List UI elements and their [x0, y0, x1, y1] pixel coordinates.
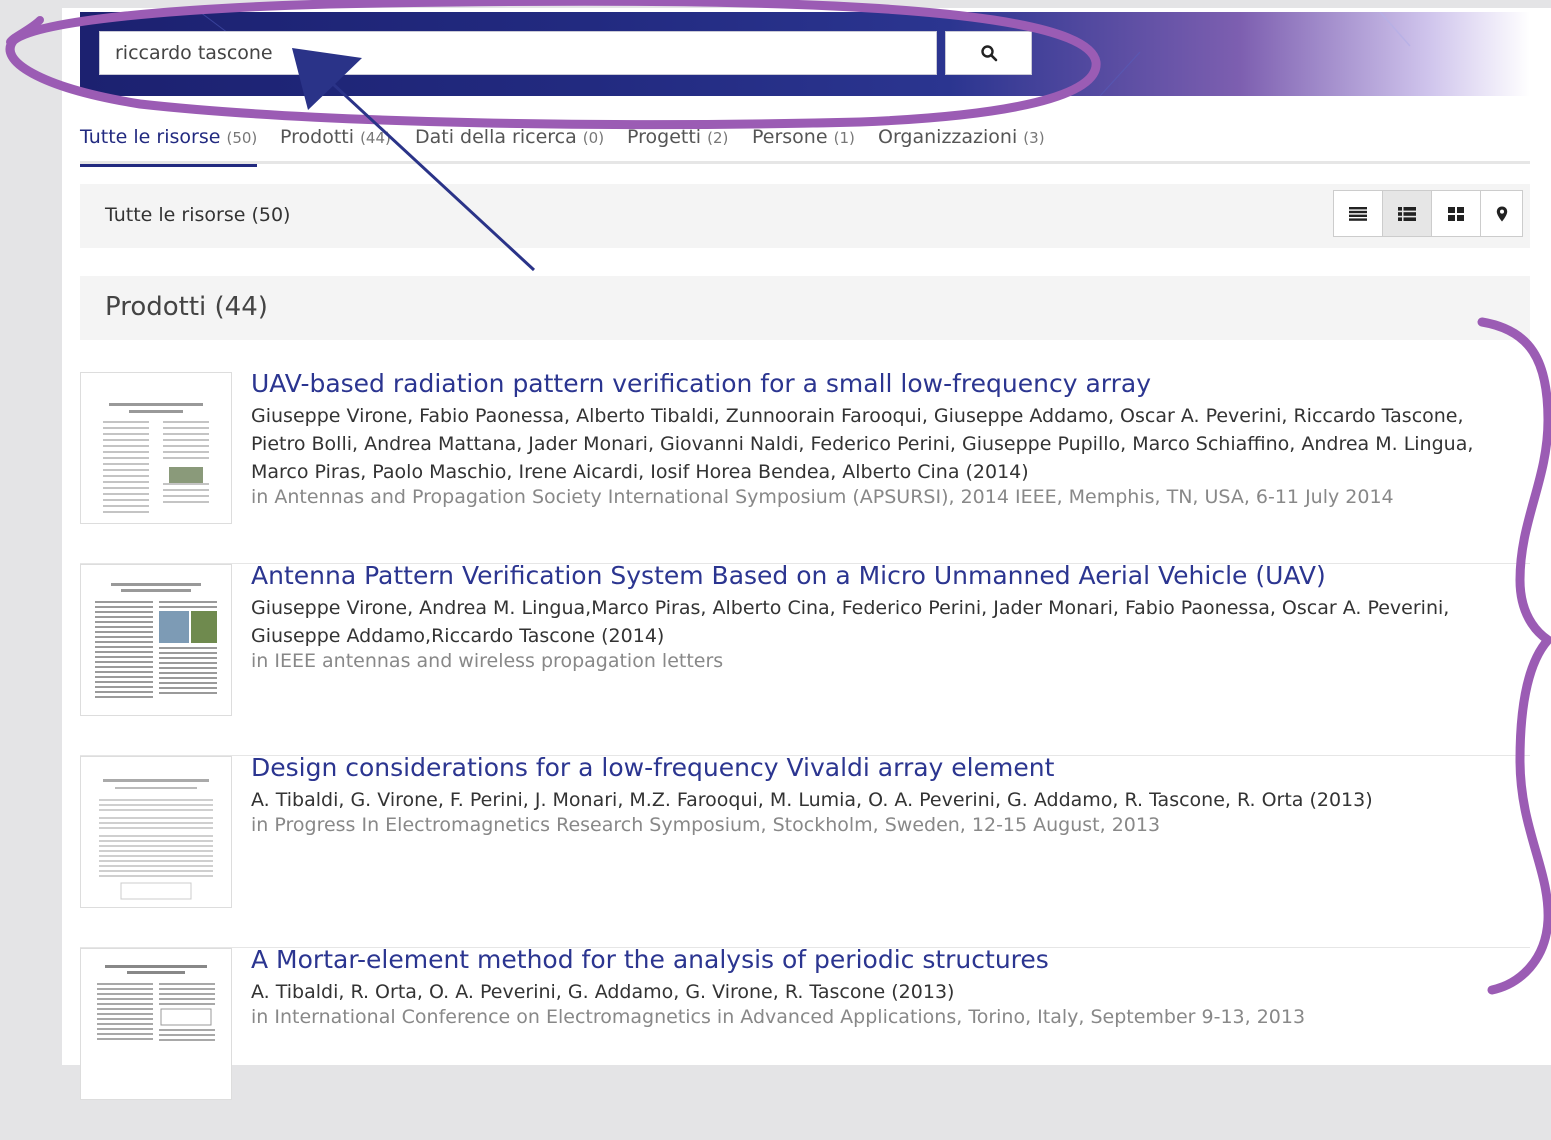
- list-view-icon: [1349, 206, 1367, 221]
- tab-count: (1): [833, 129, 855, 147]
- filter-bar: Tutte le risorse (50): [80, 184, 1530, 248]
- result-item: UAV-based radiation pattern verification…: [80, 369, 1530, 564]
- result-venue: in IEEE antennas and wireless propagatio…: [251, 650, 724, 672]
- search-input[interactable]: [99, 31, 937, 75]
- tab-people[interactable]: Persone (1): [752, 118, 855, 164]
- result-thumbnail[interactable]: [80, 564, 232, 716]
- tab-label: Tutte le risorse: [80, 126, 221, 148]
- grid-view-button[interactable]: [1432, 191, 1481, 236]
- result-venue: in International Conference on Electroma…: [251, 1006, 1306, 1028]
- list-view-button[interactable]: [1334, 191, 1383, 236]
- tab-label: Prodotti: [280, 126, 355, 148]
- tab-products[interactable]: Prodotti (44): [280, 118, 391, 164]
- result-authors: A. Tibaldi, G. Virone, F. Perini, J. Mon…: [251, 789, 1373, 811]
- tab-count: (44): [360, 129, 391, 147]
- result-venue: in Antennas and Propagation Society Inte…: [251, 486, 1394, 508]
- result-item: Antenna Pattern Verification System Base…: [80, 561, 1530, 756]
- result-item: Design considerations for a low-frequenc…: [80, 753, 1530, 948]
- detailed-list-view-icon: [1398, 206, 1416, 221]
- section-header: Prodotti (44): [80, 276, 1530, 340]
- result-thumbnail[interactable]: [80, 756, 232, 908]
- result-title-link[interactable]: UAV-based radiation pattern verification…: [251, 369, 1151, 398]
- tab-all-resources[interactable]: Tutte le risorse (50): [80, 118, 258, 167]
- tab-organizations[interactable]: Organizzazioni (3): [878, 118, 1045, 164]
- search-button[interactable]: [945, 31, 1032, 75]
- tab-count: (3): [1023, 129, 1045, 147]
- document-thumbnail: [95, 583, 217, 698]
- tab-label: Organizzazioni: [878, 126, 1018, 148]
- grid-view-icon: [1448, 206, 1464, 221]
- tab-count: (2): [707, 129, 729, 147]
- search-icon: [980, 45, 997, 62]
- result-thumbnail[interactable]: [80, 372, 232, 524]
- view-mode-toggle: [1333, 190, 1523, 237]
- result-authors: A. Tibaldi, R. Orta, O. A. Peverini, G. …: [251, 981, 955, 1003]
- result-venue: in Progress In Electromagnetics Research…: [251, 814, 1161, 836]
- result-authors: Giuseppe Virone, Andrea M. Lingua,Marco …: [251, 597, 1450, 647]
- map-view-button[interactable]: [1481, 191, 1522, 236]
- tab-projects[interactable]: Progetti (2): [627, 118, 728, 164]
- document-thumbnail: [97, 965, 215, 1041]
- annotation-ellipse-tail: [6, 16, 44, 46]
- tab-label: Persone: [752, 126, 828, 148]
- tab-label: Dati della ricerca: [415, 126, 577, 148]
- result-title-link[interactable]: A Mortar-element method for the analysis…: [251, 945, 1049, 974]
- tab-count: (0): [582, 129, 605, 147]
- result-title-link[interactable]: Antenna Pattern Verification System Base…: [251, 561, 1326, 590]
- result-thumbnail[interactable]: [80, 948, 232, 1100]
- document-thumbnail: [99, 779, 213, 900]
- section-title: Prodotti (44): [105, 292, 268, 322]
- map-pin-icon: [1496, 206, 1507, 221]
- document-thumbnail: [103, 403, 209, 513]
- detailed-list-view-button[interactable]: [1383, 191, 1432, 236]
- filter-label: Tutte le risorse (50): [105, 204, 291, 226]
- tab-research-data[interactable]: Dati della ricerca (0): [415, 118, 604, 164]
- result-authors: Giuseppe Virone, Fabio Paonessa, Alberto…: [251, 405, 1474, 483]
- result-tabs: Tutte le risorse (50) Prodotti (44) Dati…: [80, 118, 1530, 167]
- tab-count: (50): [226, 129, 258, 147]
- tab-label: Progetti: [627, 126, 702, 148]
- result-item: A Mortar-element method for the analysis…: [80, 945, 1530, 1140]
- result-title-link[interactable]: Design considerations for a low-frequenc…: [251, 753, 1054, 782]
